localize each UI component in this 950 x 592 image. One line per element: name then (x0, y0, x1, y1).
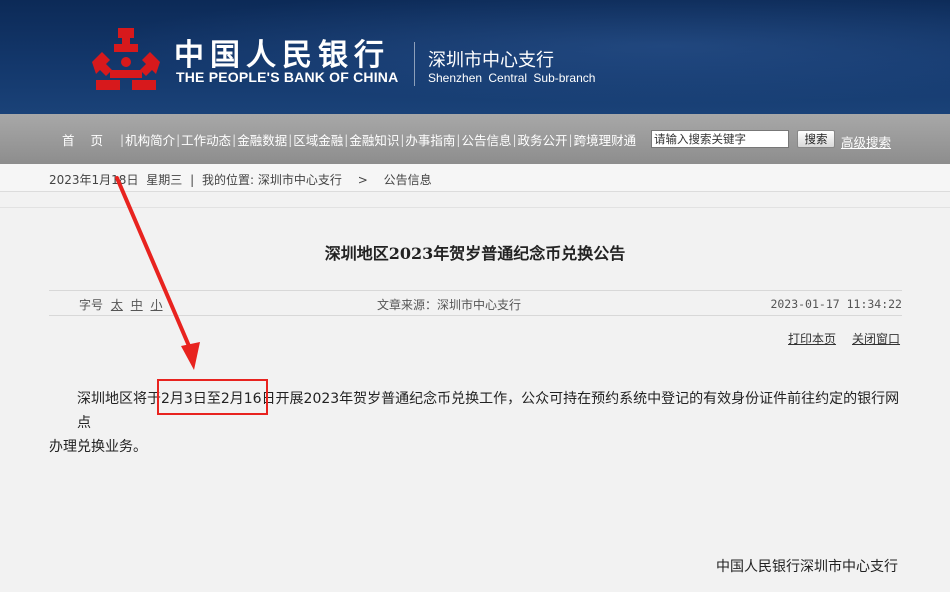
date-range-highlight-box (157, 379, 268, 415)
nav-separator: | (568, 132, 573, 147)
nav-items: 首页 | 机构简介 | 工作动态 | 金融数据 | 区域金融 | 金融知识 | … (62, 130, 636, 149)
nav-separator: | (400, 132, 405, 147)
logo-title-en: THE PEOPLE'S BANK OF CHINA (176, 69, 399, 85)
search-button[interactable]: 搜索 (797, 130, 835, 148)
nav-item-about[interactable]: 机构简介 (125, 130, 175, 149)
article-signature: 中国人民银行深圳市中心支行 (716, 559, 898, 575)
branch-name-cn: 深圳市中心支行 (428, 50, 554, 71)
logo-title-cn: 中国人民银行 (174, 38, 390, 73)
body-text-before: 深圳地区将于 (77, 391, 161, 407)
nav-item-financial-knowledge[interactable]: 金融知识 (349, 130, 399, 149)
nav-item-announcements[interactable]: 公告信息 (461, 130, 511, 149)
print-page-link[interactable]: 打印本页 (788, 332, 836, 346)
nav-separator: | (176, 132, 181, 147)
font-size-controls: 字号 太 中 小 (79, 296, 163, 313)
pboc-emblem-icon[interactable] (88, 26, 164, 92)
logo-divider (414, 42, 415, 86)
article-datetime: 2023-01-17 11:34:22 (770, 297, 902, 311)
article-title: 深圳地区2023年贺岁普通纪念币兑换公告 (324, 244, 626, 263)
nav-separator: | (344, 132, 349, 147)
branch-name-en: Shenzhen Central Sub-branch (428, 71, 596, 85)
nav-separator: | (512, 132, 517, 147)
breadcrumb-bar: 2023年1月18日 星期三 | 我的位置: 深圳市中心支行 > 公告信息 (0, 164, 950, 192)
article-tools: 打印本页 关闭窗口 (788, 330, 900, 347)
nav-item-government-affairs[interactable]: 政务公开 (518, 130, 568, 149)
font-size-large[interactable]: 太 (111, 298, 123, 312)
current-date: 2023年1月18日 (49, 173, 139, 187)
location-label: 我的位置: (202, 173, 255, 187)
breadcrumb-link-branch[interactable]: 深圳市中心支行 (258, 173, 342, 187)
nav-separator: | (456, 132, 461, 147)
nav-separator: | (120, 132, 125, 147)
search-input[interactable] (651, 130, 789, 148)
close-window-link[interactable]: 关闭窗口 (852, 332, 900, 346)
nav-item-cross-border-wealth[interactable]: 跨境理财通 (574, 130, 637, 149)
breadcrumb-separator: | (190, 173, 195, 187)
font-size-small[interactable]: 小 (151, 298, 163, 312)
nav-item-financial-data[interactable]: 金融数据 (237, 130, 287, 149)
article-meta-bar: 字号 太 中 小 文章来源：深圳市中心支行 2023-01-17 11:34:2… (49, 290, 902, 316)
nav-item-service-guide[interactable]: 办事指南 (405, 130, 455, 149)
font-size-medium[interactable]: 中 (131, 298, 143, 312)
body-paragraph-line2: 办理兑换业务。 (49, 439, 147, 455)
nav-item-regional-finance[interactable]: 区域金融 (293, 130, 343, 149)
breadcrumb-arrow: > (357, 173, 368, 187)
nav-item-home[interactable]: 首页 (62, 130, 119, 149)
font-size-label: 字号 (79, 298, 104, 312)
nav-separator: | (288, 132, 293, 147)
breadcrumb: 2023年1月18日 星期三 | 我的位置: 深圳市中心支行 > 公告信息 (49, 171, 436, 188)
article-source: 文章来源：深圳市中心支行 (377, 298, 522, 312)
breadcrumb-link-announcements[interactable]: 公告信息 (384, 173, 432, 187)
advanced-search-link[interactable]: 高级搜索 (841, 132, 891, 151)
nav-item-work-news[interactable]: 工作动态 (181, 130, 231, 149)
nav-separator: | (232, 132, 237, 147)
current-weekday: 星期三 (146, 173, 183, 187)
site-banner: 中国人民银行 THE PEOPLE'S BANK OF CHINA 深圳市中心支… (0, 0, 950, 114)
